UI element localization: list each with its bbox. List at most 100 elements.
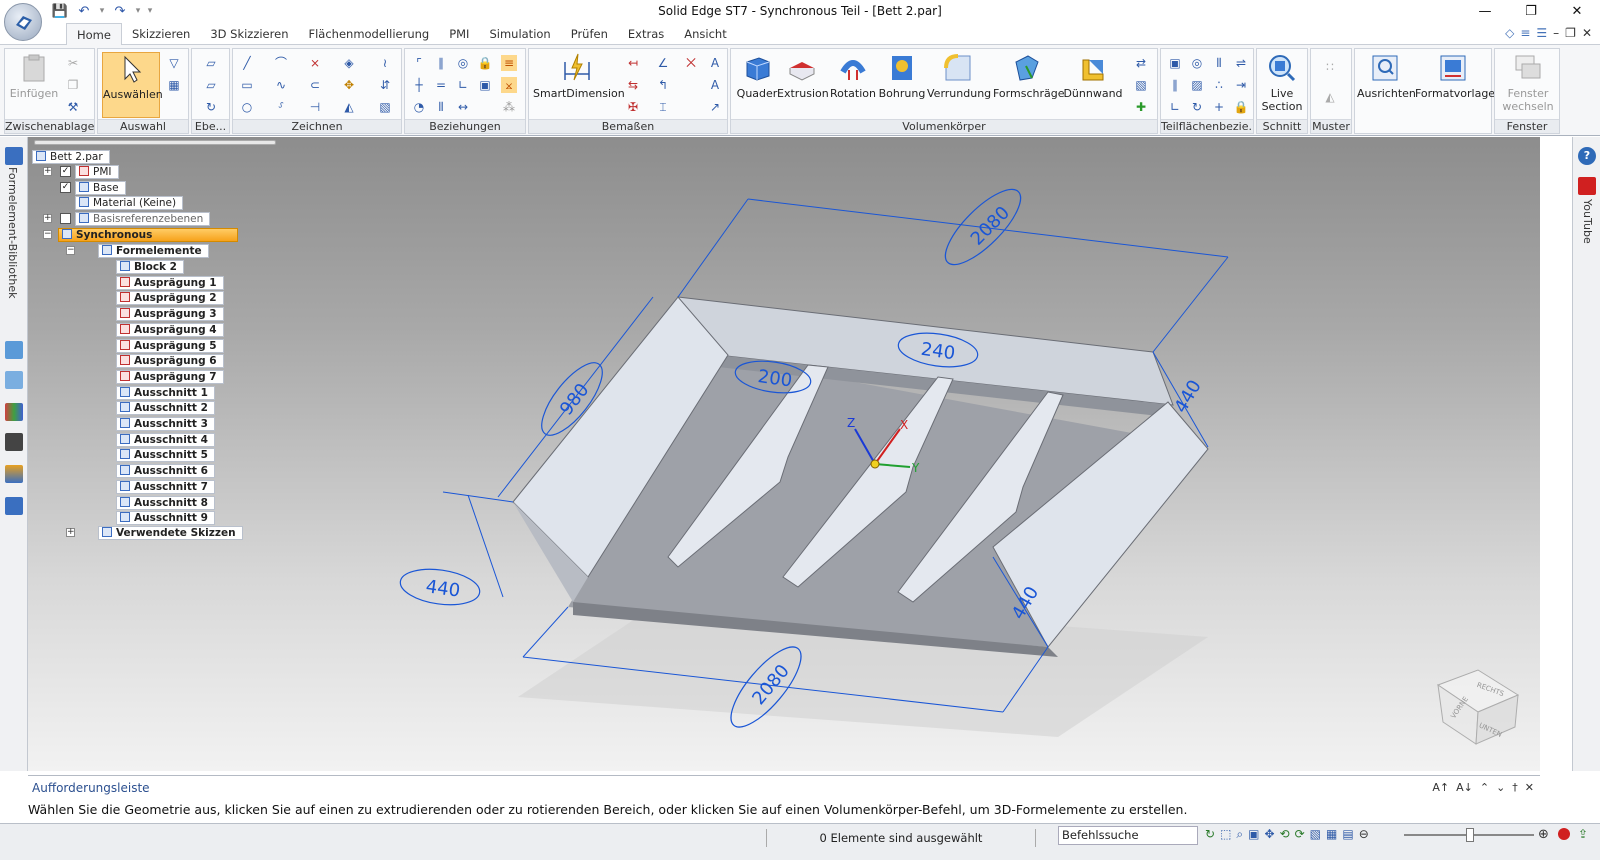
convert-icon[interactable]: ▧ (377, 99, 393, 115)
layout-icon[interactable]: ≡ (1520, 26, 1530, 40)
zoom-area-icon[interactable]: ⬚ (1220, 827, 1231, 842)
redo-dropdown-icon[interactable]: ▾ (134, 2, 142, 20)
filter-icon[interactable]: ▽ (166, 55, 182, 71)
ribbon-minimize-icon[interactable]: – (1553, 26, 1559, 40)
zoom-out-icon[interactable]: ⊖ (1359, 827, 1369, 842)
fit-icon[interactable]: ▣ (1248, 827, 1259, 842)
coplanar-icon[interactable]: ▣ (1167, 55, 1183, 71)
arc-icon[interactable]: ⌒ (273, 55, 289, 71)
tab-3d-skizzieren[interactable]: 3D Skizzieren (200, 23, 298, 45)
auswaehlen-button[interactable]: Auswählen (102, 52, 163, 118)
pathfinder-icon[interactable] (5, 341, 23, 359)
expand-pmi-icon[interactable]: + (43, 167, 52, 176)
zoom-slider-thumb[interactable] (1466, 828, 1474, 842)
mirror-icon[interactable]: ◭ (341, 99, 357, 115)
leader-icon[interactable]: ↗ (707, 99, 723, 115)
pathfinder-scrollbar[interactable] (34, 140, 276, 145)
ground-face-icon[interactable]: + (1211, 99, 1227, 115)
concentric-face-icon[interactable]: ◎ (1189, 55, 1205, 71)
angle-between-icon[interactable]: ∠ (655, 55, 671, 71)
symmetric-icon[interactable]: ⫴ (433, 99, 449, 115)
horizontal-vertical-icon[interactable]: ┼ (411, 77, 427, 93)
dim-front-left[interactable]: 440 (424, 576, 461, 602)
tree-item-feature[interactable]: Ausschnitt 7 (116, 479, 215, 494)
view-cube[interactable]: VORNE RECHTS UNTEN (1436, 669, 1520, 745)
tree-item-feature[interactable]: Ausprägung 6 (116, 354, 224, 369)
customize-qat-icon[interactable]: ▾ (146, 2, 154, 20)
quader-button[interactable]: Quader (735, 52, 779, 100)
tree-item-feature[interactable]: Ausprägung 2 (116, 291, 224, 306)
pin-icon[interactable]: † (1512, 781, 1518, 794)
tree-item-feature[interactable]: Block 2 (116, 260, 184, 274)
tab-ansicht[interactable]: Ansicht (674, 23, 736, 45)
concentric-icon[interactable]: ◎ (455, 55, 471, 71)
curve-icon[interactable]: ∿ (273, 77, 289, 93)
tree-item-feature[interactable]: Ausprägung 3 (116, 307, 224, 322)
tree-item-feature[interactable]: Ausschnitt 3 (116, 417, 215, 431)
angular-coordinate-icon[interactable]: ↰ (655, 77, 671, 93)
smartdimension-button[interactable]: SmartDimension (533, 52, 625, 100)
tree-item-feature[interactable]: Ausschnitt 8 (116, 495, 215, 510)
symmetric-diameter-icon[interactable]: ⨉ (683, 55, 699, 71)
distance-between-icon[interactable]: ↤ (625, 55, 641, 71)
perpendicular-face-icon[interactable]: ∟ (1167, 99, 1183, 115)
display-style-icon[interactable]: ▦ (1326, 827, 1337, 842)
aligned-face-icon[interactable]: ▨ (1189, 77, 1205, 93)
text-dimension-icon[interactable]: A (707, 55, 723, 71)
tree-item-feature[interactable]: Ausschnitt 2 (116, 401, 215, 416)
collapse-formelemente-icon[interactable]: − (66, 246, 75, 255)
tree-item-pmi[interactable]: PMI (75, 165, 119, 179)
parallel-icon[interactable]: ∥ (433, 55, 449, 71)
feature-library-tab[interactable]: Formelement-Bibliothek (6, 167, 19, 299)
chamfer-dimension-icon[interactable]: ✠ (625, 99, 641, 115)
base-checkbox[interactable]: ✓ (60, 182, 71, 193)
tree-item-feature[interactable]: Ausprägung 5 (116, 338, 224, 353)
formatvorlage-button[interactable]: Formatvorlage (1415, 52, 1495, 100)
ribbon-restore-icon[interactable]: ❐ (1565, 26, 1576, 40)
layers-icon[interactable] (5, 371, 23, 389)
plane-rotate-icon[interactable]: ↻ (203, 99, 219, 115)
annotation-icon[interactable]: A (707, 77, 723, 93)
verrundung-button[interactable]: Verrundung (927, 52, 991, 100)
boolean-icon[interactable]: ✚ (1133, 99, 1149, 115)
line-icon[interactable]: ╱ (239, 55, 255, 71)
prompt-close-icon[interactable]: ✕ (1525, 781, 1534, 794)
sensors-icon[interactable] (5, 403, 23, 421)
equal-icon[interactable]: = (433, 77, 449, 93)
cut-icon[interactable]: ✂ (65, 55, 81, 71)
fillet-icon[interactable]: ⸉ (273, 99, 289, 115)
ribbon-close-icon[interactable]: ✕ (1582, 26, 1592, 40)
collinear-icon[interactable]: ↔ (455, 99, 471, 115)
fenster-wechseln-button[interactable]: Fenster wechseln (1499, 52, 1557, 113)
formschraege-button[interactable]: Formschräge (993, 52, 1064, 100)
redo-icon[interactable]: ↷ (110, 2, 130, 20)
feature-library-icon[interactable] (5, 147, 23, 165)
tab-flächenmodellierung[interactable]: Flächenmodellierung (298, 23, 439, 45)
views-icon[interactable]: ▤ (1342, 827, 1353, 842)
collapse-up-icon[interactable]: ⌃ (1480, 781, 1489, 794)
rotate-icon[interactable]: ⟲ (1280, 827, 1290, 842)
tab-simulation[interactable]: Simulation (479, 23, 560, 45)
parallel-face-icon[interactable]: ∥ (1167, 77, 1183, 93)
intersect-icon[interactable]: ▧ (1133, 77, 1149, 93)
tree-item-base[interactable]: Base (75, 181, 126, 195)
tree-item-feature[interactable]: Ausschnitt 5 (116, 448, 215, 463)
minimize-button[interactable]: — (1462, 0, 1508, 22)
plane-icon[interactable]: ▱ (203, 55, 219, 71)
rotation-button[interactable]: Rotation (829, 52, 877, 100)
add-body-icon[interactable]: ⇄ (1133, 55, 1149, 71)
refresh-icon[interactable]: ↻ (1205, 827, 1215, 842)
close-button[interactable]: ✕ (1554, 0, 1600, 22)
application-button[interactable] (4, 3, 42, 41)
bohrung-button[interactable]: Bohrung (877, 52, 927, 100)
mirror-pattern-icon[interactable]: ◭ (1322, 89, 1338, 105)
help-diamond-icon[interactable]: ◇ (1505, 26, 1514, 40)
tree-item-formelemente[interactable]: Formelemente (98, 244, 209, 258)
collapse-synchronous-icon[interactable]: − (43, 230, 52, 239)
fill-icon[interactable]: ◈ (341, 55, 357, 71)
link-icon[interactable]: ≀ (377, 55, 393, 71)
equal-radius-icon[interactable]: ∴ (1211, 77, 1227, 93)
expand-verwendete-skizzen-icon[interactable]: + (66, 528, 75, 537)
circle-icon[interactable]: ○ (239, 99, 255, 115)
restore-button[interactable]: ❐ (1508, 0, 1554, 22)
